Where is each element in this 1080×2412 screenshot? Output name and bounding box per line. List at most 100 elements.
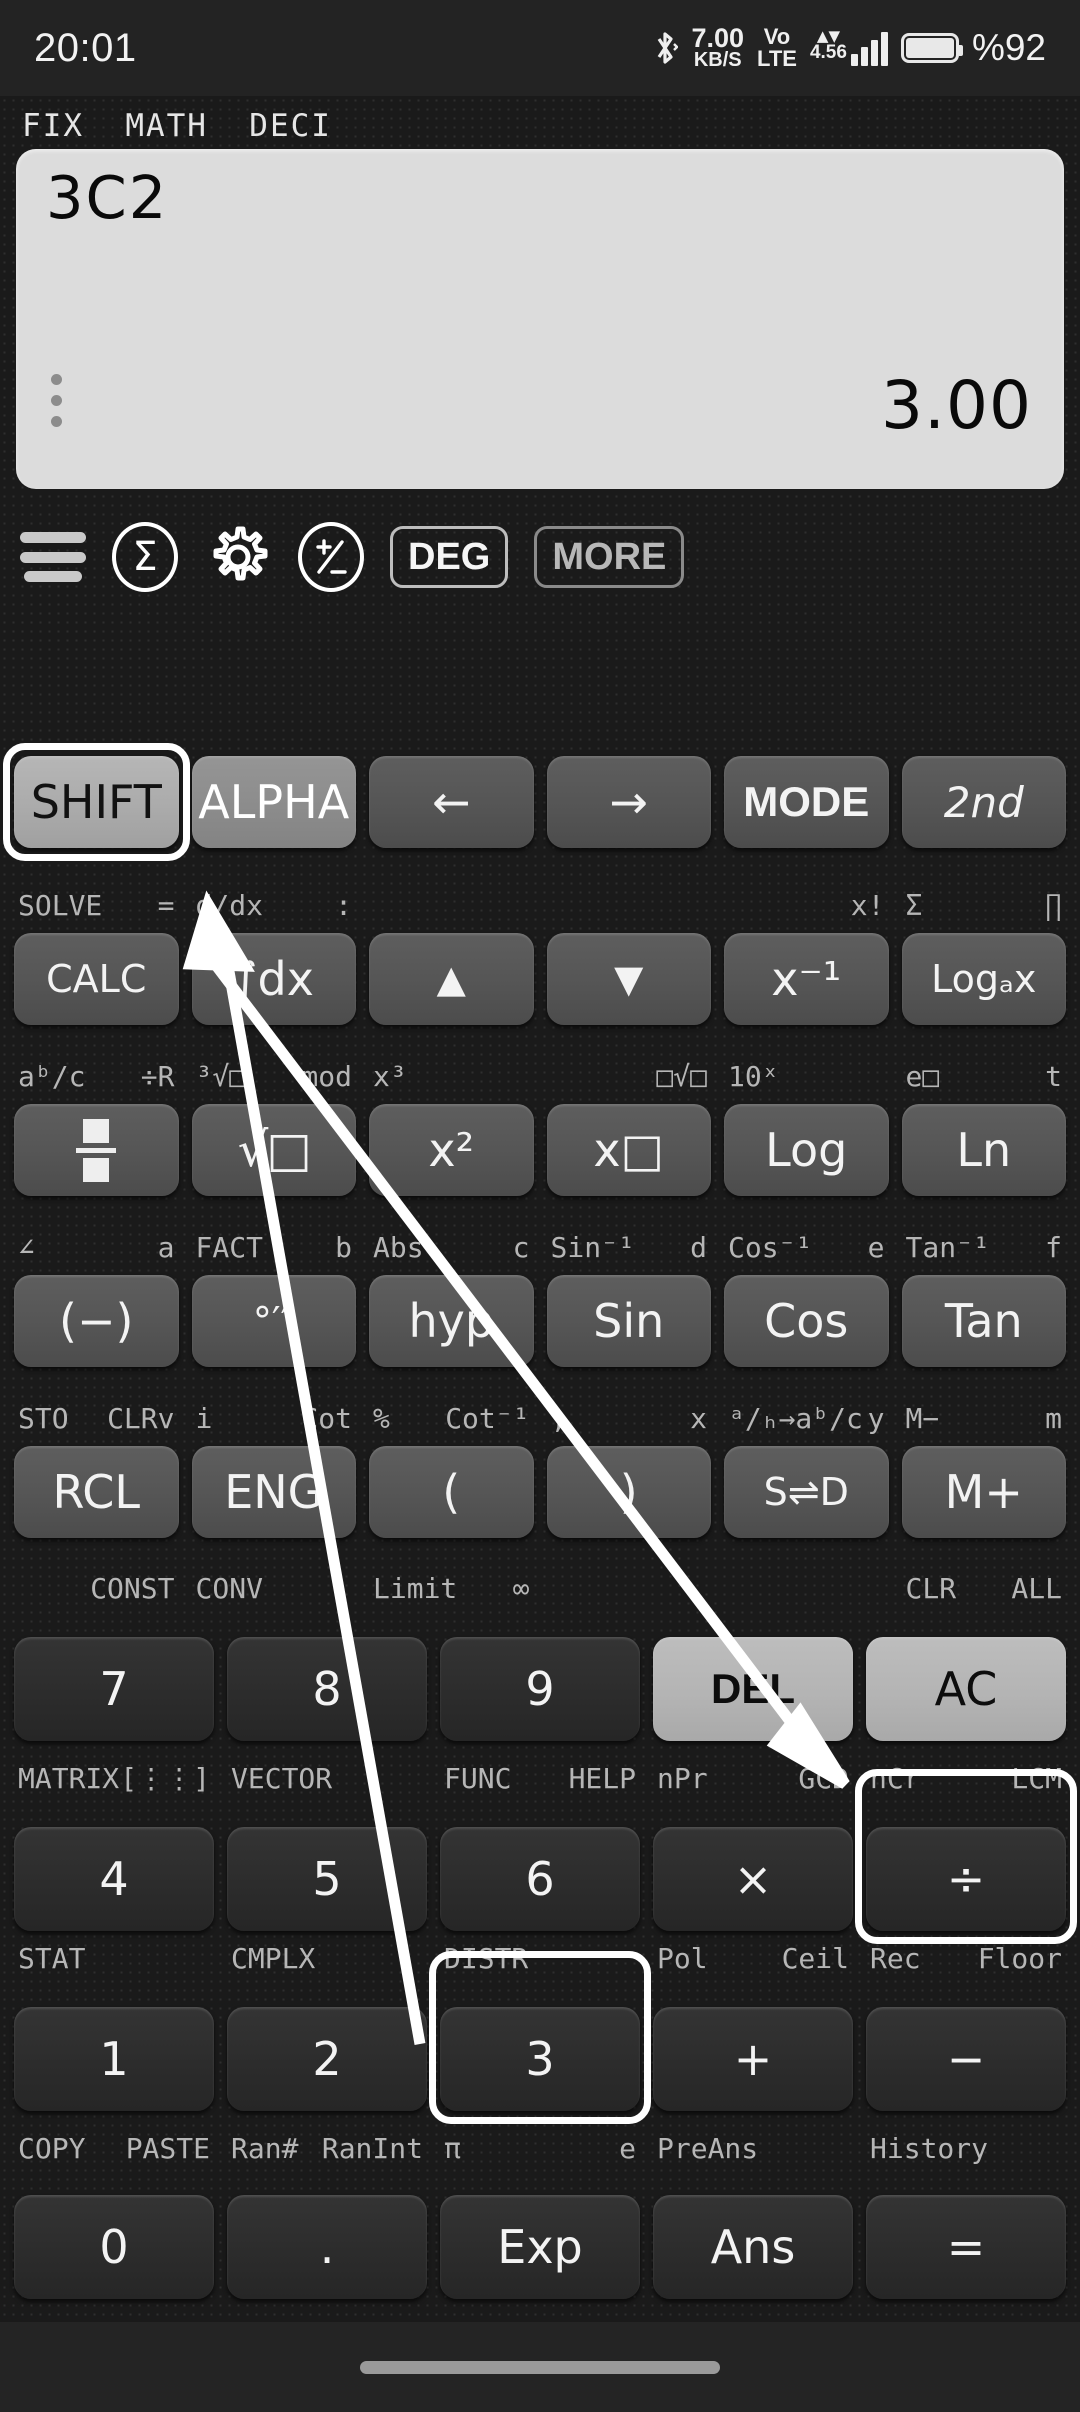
key-row: SHIFT ALPHA ← → MODE 2nd bbox=[3, 743, 1066, 861]
key-memory-plus[interactable]: M+ bbox=[901, 1446, 1066, 1538]
key-rcl[interactable]: RCL bbox=[14, 1446, 179, 1538]
key-hyperbolic[interactable]: hyp bbox=[369, 1275, 534, 1367]
key-secondary-label: Ran# RanInt bbox=[227, 2128, 427, 2168]
key-square[interactable]: x² bbox=[369, 1104, 534, 1196]
key-answer[interactable]: Ans bbox=[653, 2195, 853, 2299]
key-close-paren[interactable]: ) bbox=[546, 1446, 711, 1538]
key-down-arrow[interactable]: ▼ bbox=[546, 933, 711, 1025]
kebab-menu-icon[interactable] bbox=[51, 374, 62, 427]
key-4[interactable]: 4 bbox=[14, 1827, 214, 1931]
key-calc[interactable]: CALC bbox=[14, 933, 179, 1025]
key-label-row: COPY PASTE Ran# RanInt π e PreAns History bbox=[14, 2128, 1066, 2168]
key-label: ) bbox=[619, 1465, 638, 1519]
key-eng[interactable]: ENG bbox=[191, 1446, 356, 1538]
key-integral[interactable]: ∫dx bbox=[191, 933, 356, 1025]
key-2nd[interactable]: 2nd bbox=[901, 756, 1066, 848]
key-log-base-a[interactable]: Logₐx bbox=[901, 933, 1066, 1025]
key-8[interactable]: 8 bbox=[227, 1637, 427, 1741]
key-cos[interactable]: Cos bbox=[724, 1275, 889, 1367]
key-tan[interactable]: Tan bbox=[901, 1275, 1066, 1367]
key-minus[interactable]: − bbox=[866, 2007, 1066, 2111]
mode-indicator-line: FIX MATH DECI bbox=[22, 108, 332, 144]
key-alpha-label: x bbox=[690, 1401, 707, 1435]
key-divide[interactable]: ÷ bbox=[855, 1769, 1077, 1944]
key-ln[interactable]: Ln bbox=[901, 1104, 1066, 1196]
gear-icon[interactable] bbox=[204, 523, 272, 591]
key-alpha-label: mod bbox=[301, 1059, 352, 1093]
key-alpha[interactable]: ALPHA bbox=[191, 756, 356, 848]
key-alpha-label: ALL bbox=[1011, 1571, 1062, 1605]
key-shift-label: COPY bbox=[18, 2131, 86, 2165]
key-delete[interactable]: DEL bbox=[653, 1637, 853, 1741]
calculator-display[interactable]: 3C2 3.00 bbox=[16, 149, 1064, 489]
key-secondary-label: Sin⁻¹ d bbox=[547, 1227, 712, 1267]
key-label: ▼ bbox=[614, 957, 644, 1001]
status-bar: 20:01 7.00 KB/S Vo LTE ▲▼ 4.56 %92 bbox=[0, 0, 1080, 96]
home-indicator[interactable] bbox=[360, 2360, 720, 2374]
key-label-row: aᵇ/c ÷R ³√□ mod x³ □√□ 10ˣ e□ t bbox=[14, 1056, 1066, 1096]
key-log[interactable]: Log bbox=[724, 1104, 889, 1196]
key-shift-label: STO bbox=[18, 1401, 69, 1435]
key-secondary-label: % Cot⁻¹ bbox=[369, 1398, 534, 1438]
key-secondary-label: STAT bbox=[14, 1938, 214, 1978]
key-secondary-label: ³√□ mod bbox=[192, 1056, 357, 1096]
calculator-toolbar: Σ DEG MORE bbox=[20, 518, 1060, 596]
key-fraction[interactable] bbox=[14, 1104, 179, 1196]
key-plus[interactable]: + bbox=[653, 2007, 853, 2111]
key-degrees-minutes-seconds[interactable]: °′″ bbox=[191, 1275, 356, 1367]
key-secondary-label: History bbox=[866, 2128, 1066, 2168]
key-label: x⁻¹ bbox=[771, 952, 842, 1006]
key-7[interactable]: 7 bbox=[14, 1637, 214, 1741]
key-0[interactable]: 0 bbox=[14, 2195, 214, 2299]
key-all-clear[interactable]: AC bbox=[866, 1637, 1066, 1741]
key-5[interactable]: 5 bbox=[227, 1827, 427, 1931]
key-equals[interactable]: = bbox=[866, 2195, 1066, 2299]
key-exponent[interactable]: Exp bbox=[440, 2195, 640, 2299]
key-left-arrow[interactable]: ← bbox=[369, 756, 534, 848]
key-square-root[interactable]: √□ bbox=[191, 1104, 356, 1196]
key-6[interactable]: 6 bbox=[440, 1827, 640, 1931]
key-label-row: STO CLRv i Cot% Cot⁻¹, x ᵃ/ₕ→aᵇ/c y M− m bbox=[14, 1398, 1066, 1438]
key-secondary-label: CONST bbox=[14, 1568, 179, 1608]
key-row: 0. Exp Ans = bbox=[14, 2195, 1066, 2299]
key-shift-label: CLR bbox=[905, 1571, 957, 1605]
hamburger-menu-icon[interactable] bbox=[20, 532, 86, 582]
sigma-icon[interactable]: Σ bbox=[112, 522, 178, 592]
key-s-to-d[interactable]: S⇌D bbox=[724, 1446, 889, 1538]
key-open-paren[interactable]: ( bbox=[369, 1446, 534, 1538]
data-transfer-icon: ▲▼ bbox=[816, 27, 840, 45]
angle-mode-button[interactable]: DEG bbox=[390, 526, 509, 588]
key-shift-label: nCr bbox=[870, 1761, 921, 1795]
key-alpha-label: [⋮⋮] bbox=[120, 1761, 210, 1795]
key-label: °′″ bbox=[252, 1299, 295, 1343]
key-multiply[interactable]: × bbox=[653, 1827, 853, 1931]
more-button[interactable]: MORE bbox=[534, 526, 685, 588]
key-negative[interactable]: (−) bbox=[14, 1275, 179, 1367]
key-shift[interactable]: SHIFT bbox=[3, 743, 190, 861]
key-up-arrow[interactable]: ▲ bbox=[369, 933, 534, 1025]
key-alpha-label: Floor bbox=[977, 1941, 1062, 1975]
key-decimal-point[interactable]: . bbox=[227, 2195, 427, 2299]
key-right-arrow[interactable]: → bbox=[546, 756, 711, 848]
key-inverse[interactable]: x⁻¹ bbox=[724, 933, 889, 1025]
key-shift-label: π bbox=[444, 2131, 461, 2165]
plus-minus-icon[interactable] bbox=[298, 522, 364, 592]
key-label: 0 bbox=[99, 2220, 129, 2274]
key-label: 2nd bbox=[943, 777, 1024, 827]
key-secondary-label: x³ bbox=[369, 1056, 534, 1096]
key-3[interactable]: 3 bbox=[429, 1951, 651, 2124]
signal-value: 4.56 bbox=[809, 42, 847, 63]
key-alpha-label: d bbox=[690, 1230, 707, 1264]
key-sin[interactable]: Sin bbox=[546, 1275, 711, 1367]
key-mode[interactable]: MODE bbox=[724, 756, 889, 848]
key-label: Cos bbox=[764, 1294, 849, 1348]
key-1[interactable]: 1 bbox=[14, 2007, 214, 2111]
key-9[interactable]: 9 bbox=[440, 1637, 640, 1741]
key-alpha-label: t bbox=[1045, 1059, 1062, 1093]
key-2[interactable]: 2 bbox=[227, 2007, 427, 2111]
key-label: Log bbox=[765, 1123, 848, 1177]
signal-indicator: ▲▼ 4.56 bbox=[809, 27, 888, 66]
key-alpha-label: a bbox=[157, 1230, 175, 1264]
key-power[interactable]: x□ bbox=[546, 1104, 711, 1196]
key-shift-label: x³ bbox=[373, 1059, 407, 1093]
